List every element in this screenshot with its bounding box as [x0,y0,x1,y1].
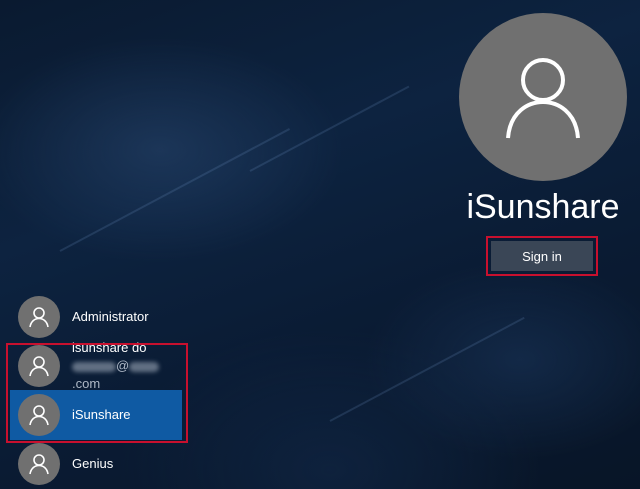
user-item-genius[interactable]: Genius [10,439,182,489]
user-name: Genius [72,456,114,471]
user-avatar [18,443,60,485]
user-name: Administrator [72,309,149,324]
sign-in-button[interactable]: Sign in [491,241,593,271]
user-icon [29,307,49,328]
current-user-avatar [459,13,627,181]
background-streak [59,128,291,252]
user-avatar [18,296,60,338]
user-icon [29,454,49,475]
user-item-administrator[interactable]: Administrator [10,292,182,342]
background-streak [249,85,410,172]
background-streak [329,316,525,422]
current-user-name: iSunshare [466,188,620,226]
user-icon [506,58,580,139]
user-group-highlight-box [6,343,188,443]
